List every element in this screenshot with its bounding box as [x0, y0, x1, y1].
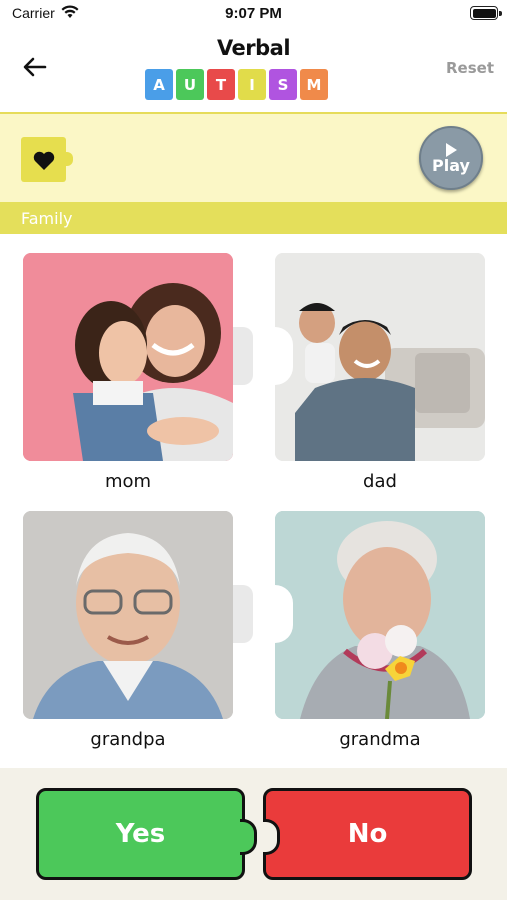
card-label: grandpa [90, 729, 166, 750]
card-grandma[interactable]: grandma [275, 511, 485, 750]
puzzle-slot [275, 327, 293, 385]
play-label: Play [432, 155, 470, 175]
grandma-photo [275, 511, 485, 719]
category-label: Family [21, 209, 73, 228]
card-grandpa[interactable]: grandpa [23, 511, 253, 750]
grandpa-photo [23, 511, 233, 719]
answer-bar: Yes No [0, 768, 507, 900]
selected-card[interactable] [21, 137, 73, 182]
dad-photo [275, 253, 485, 461]
puzzle-tab [233, 327, 253, 385]
reset-button[interactable]: Reset [446, 59, 494, 77]
puzzle-slot [275, 585, 293, 643]
logo-letter: A [145, 69, 173, 100]
sentence-bar: Play [0, 112, 507, 202]
card-label: dad [363, 471, 397, 492]
category-header: Family [0, 202, 507, 234]
card-dad[interactable]: dad [275, 253, 485, 492]
logo-letter: I [238, 69, 266, 100]
card-mom[interactable]: mom [23, 253, 253, 492]
play-button[interactable]: Play [419, 126, 483, 190]
card-grid: mom dad grandpa grandma [0, 234, 507, 768]
logo-letter: U [176, 69, 204, 100]
yes-button[interactable]: Yes [36, 788, 257, 880]
header: Verbal A U T I S M Reset [0, 30, 507, 112]
autism-logo: A U T I S M [145, 69, 328, 100]
mom-photo [23, 253, 233, 461]
logo-letter: T [207, 69, 235, 100]
card-label: grandma [339, 729, 421, 750]
battery-icon [470, 6, 502, 20]
status-bar: Carrier 9:07 PM [0, 0, 507, 30]
logo-letter: S [269, 69, 297, 100]
no-button[interactable]: No [263, 788, 472, 880]
puzzle-tab [233, 585, 253, 643]
app-title: Verbal [216, 36, 291, 60]
card-label: mom [104, 471, 152, 492]
clock: 9:07 PM [225, 5, 282, 22]
heart-icon [33, 151, 55, 170]
logo-letter: M [300, 69, 328, 100]
